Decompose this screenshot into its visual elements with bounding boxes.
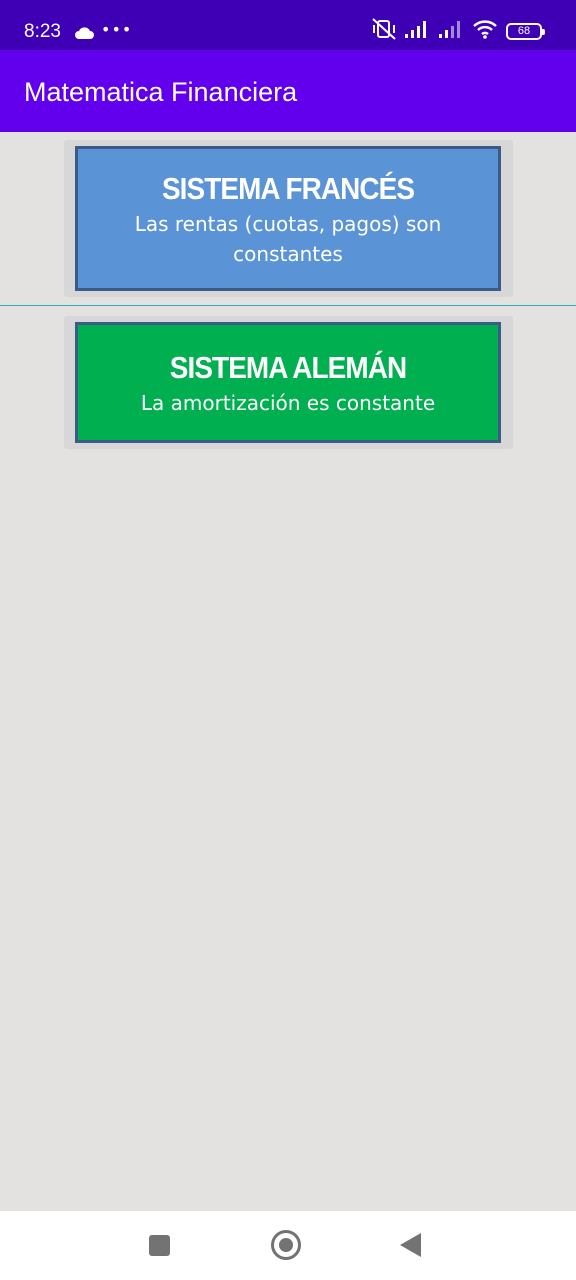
app-bar: Matematica Financiera [0, 50, 576, 132]
sistema-aleman-heading: SISTEMA ALEMÁN [169, 350, 407, 385]
navigation-bar [0, 1211, 576, 1280]
cloud-icon [74, 24, 94, 43]
signal-icon [404, 19, 430, 43]
battery-icon: 68 [506, 22, 545, 40]
wifi-icon [472, 19, 498, 43]
sistema-frances-subtitle: Las rentas (cuotas, pagos) son constante… [134, 212, 442, 266]
sistema-frances-card[interactable]: SISTEMA FRANCÉS Las rentas (cuotas, pago… [64, 140, 513, 297]
sistema-frances-button[interactable]: SISTEMA FRANCÉS Las rentas (cuotas, pago… [75, 146, 501, 291]
status-icons: 68 [372, 18, 545, 44]
sistema-aleman-card[interactable]: SISTEMA ALEMÁN La amortización es consta… [64, 316, 513, 449]
divider [0, 305, 576, 306]
home-circle-icon[interactable] [271, 1230, 301, 1260]
sistema-aleman-subtitle: La amortización es constante [140, 391, 436, 415]
sistema-aleman-button[interactable]: SISTEMA ALEMÁN La amortización es consta… [75, 322, 501, 443]
sistema-frances-heading: SISTEMA FRANCÉS [161, 171, 415, 206]
battery-level: 68 [517, 24, 531, 37]
vibrate-off-icon [372, 18, 396, 44]
status-bar: 8:23 ••• 68 [0, 0, 576, 50]
app-title: Matematica Financiera [24, 77, 298, 107]
recents-square-icon[interactable] [149, 1235, 170, 1256]
signal-icon [438, 19, 464, 43]
back-triangle-icon[interactable] [400, 1233, 421, 1257]
more-dots-icon: ••• [101, 20, 133, 39]
status-time: 8:23 [24, 21, 61, 42]
